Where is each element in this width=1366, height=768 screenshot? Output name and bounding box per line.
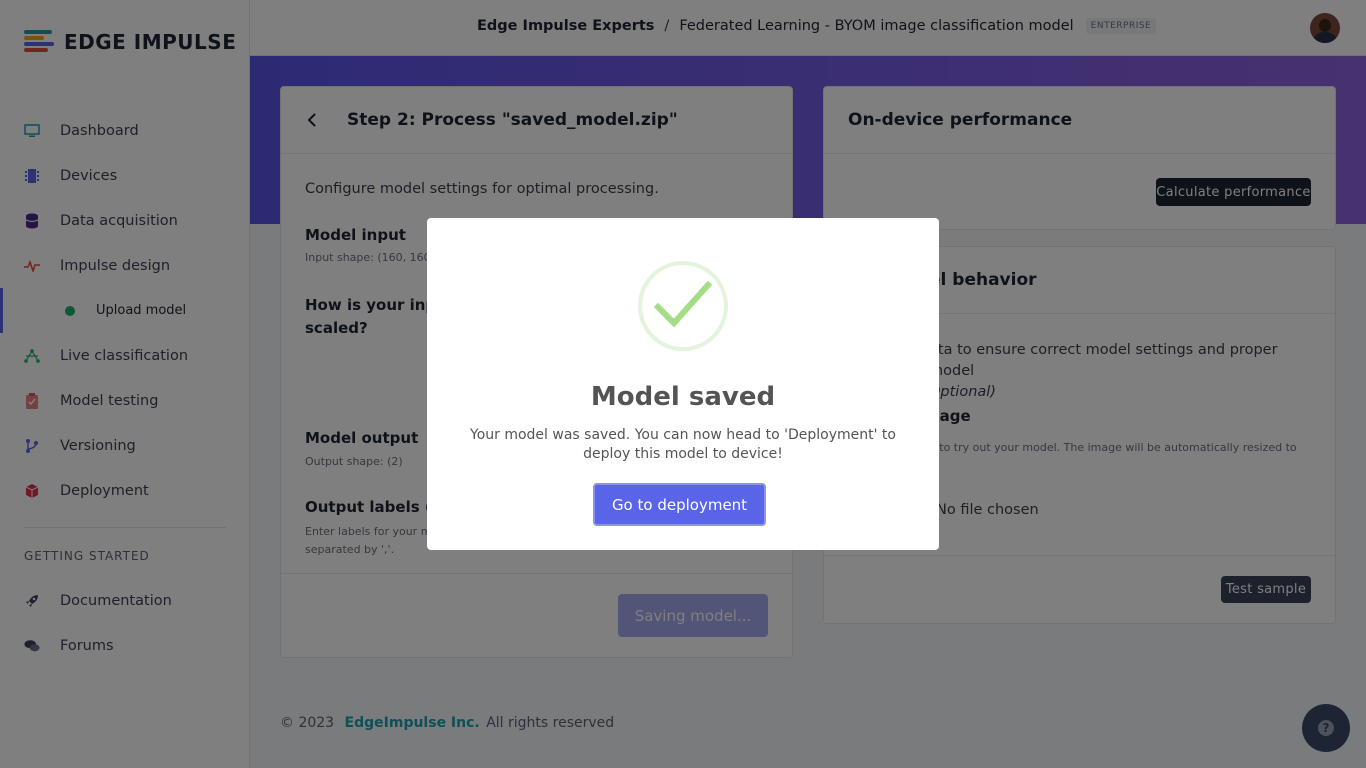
dialog-message: Your model was saved. You can now head t…: [470, 427, 896, 462]
success-check-icon: [638, 261, 728, 351]
dialog-title: Model saved: [590, 382, 776, 412]
go-to-deployment-button[interactable]: Go to deployment: [593, 483, 766, 526]
model-saved-dialog: Model saved Your model was saved. You ca…: [427, 218, 939, 550]
